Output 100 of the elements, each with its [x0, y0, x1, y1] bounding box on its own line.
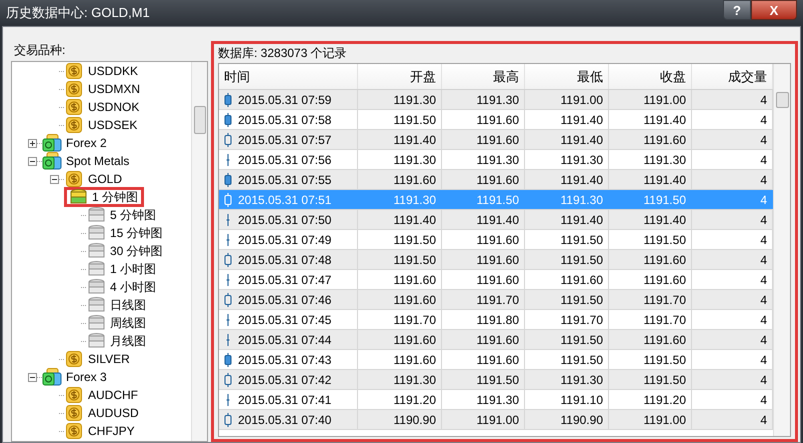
tree-item[interactable]: SILVER [87, 350, 131, 368]
tree-item[interactable]: USDSEK [87, 116, 138, 134]
table-cell-text: 2015.05.31 07:57 [238, 132, 332, 148]
dollar-coin-icon [66, 171, 82, 187]
table-cell: 1191.20 [358, 390, 442, 409]
table-row[interactable]: 2015.05.31 07:55 1191.60 1191.60 1191.40 1191.40 4 [219, 170, 773, 190]
table-row[interactable]: 2015.05.31 07:48 1191.50 1191.60 1191.50 1191.60 4 [219, 250, 773, 270]
tree-item[interactable]: GOLD [87, 170, 124, 188]
table-cell: 1191.40 [525, 210, 609, 229]
close-button[interactable]: X [751, 0, 797, 20]
tree-item[interactable]: USDDKK [87, 62, 140, 80]
filled-candle-icon [224, 112, 232, 126]
filled-candle-icon [224, 352, 232, 366]
tree-item[interactable]: 4 小时图 [109, 278, 158, 296]
table-cell: 1191.30 [442, 90, 525, 109]
table-row[interactable]: 2015.05.31 07:50 1191.40 1191.40 1191.40 1191.40 4 [219, 210, 773, 230]
table-row[interactable]: 2015.05.31 07:49 1191.50 1191.60 1191.50 1191.50 4 [219, 230, 773, 250]
column-header[interactable]: 开盘 [358, 64, 442, 89]
tree-item[interactable]: Forex 2 [65, 134, 108, 152]
table-row[interactable]: 2015.05.31 07:58 1191.50 1191.60 1191.40 1191.40 4 [219, 110, 773, 130]
table-row[interactable]: 2015.05.31 07:47 1191.60 1191.60 1191.60 1191.60 4 [219, 270, 773, 290]
window-title: 历史数据中心: GOLD,M1 [6, 4, 150, 22]
help-button[interactable]: ? [723, 0, 751, 20]
table-cell-text: 2015.05.31 07:51 [238, 192, 332, 208]
table-cell: 1191.60 [609, 130, 692, 149]
table-cell: 1191.70 [609, 290, 692, 309]
collapse-toggle[interactable] [28, 372, 37, 382]
table-row[interactable]: 2015.05.31 07:40 1190.90 1191.00 1190.90 1191.00 4 [219, 410, 773, 430]
dollar-coin-icon [66, 405, 82, 421]
tree-item[interactable]: AUDCHF [87, 386, 139, 404]
table-cell-text: 2015.05.31 07:59 [238, 92, 332, 108]
tree-item[interactable]: 5 分钟图 [109, 206, 158, 224]
table-cell: 1191.60 [358, 270, 442, 289]
scrollbar[interactable] [773, 64, 790, 436]
tree-item[interactable]: USDMXN [87, 80, 142, 98]
tree-item[interactable]: 1 分钟图 [91, 188, 140, 206]
cross-candle-icon [226, 233, 230, 246]
database-icon [88, 261, 104, 277]
table-cell: 1191.60 [442, 350, 525, 369]
table-cell: 1191.30 [358, 150, 442, 169]
table-cell: 1191.70 [442, 290, 525, 309]
tree-item[interactable]: 1 小时图 [109, 260, 158, 278]
tree-item[interactable]: Spot Metals [65, 152, 130, 170]
table-cell: 1191.30 [442, 390, 525, 409]
tree-label: 交易品种: [13, 42, 66, 59]
table-row[interactable]: 2015.05.31 07:45 1191.70 1191.80 1191.70 1191.70 4 [219, 310, 773, 330]
column-header[interactable]: 最低 [525, 64, 609, 89]
dollar-coin-icon [66, 117, 82, 133]
table-cell: 1191.30 [525, 370, 609, 389]
table-cell: 1191.70 [358, 310, 442, 329]
table-cell: 1191.60 [442, 130, 525, 149]
cross-candle-icon [226, 153, 230, 166]
table-cell: 1191.60 [358, 290, 442, 309]
table-cell: 1191.50 [525, 290, 609, 309]
table-cell: 1191.50 [525, 330, 609, 349]
tree-item[interactable]: CHFJPY [87, 422, 136, 440]
scrollbar[interactable] [191, 62, 207, 441]
column-header[interactable]: 时间 [219, 64, 358, 89]
table-cell-text: 2015.05.31 07:56 [238, 152, 332, 168]
table-cell: 1191.40 [358, 210, 442, 229]
table-cell: 1191.50 [525, 230, 609, 249]
table-row[interactable]: 2015.05.31 07:46 1191.60 1191.70 1191.50 1191.70 4 [219, 290, 773, 310]
minus-icon [52, 178, 57, 180]
tree-item[interactable]: USDNOK [87, 98, 140, 116]
table-row[interactable]: 2015.05.31 07:43 1191.60 1191.60 1191.50 1191.50 4 [219, 350, 773, 370]
column-header[interactable]: 收盘 [609, 64, 692, 89]
table-row[interactable]: 2015.05.31 07:41 1191.20 1191.30 1191.10 1191.20 4 [219, 390, 773, 410]
scroll-thumb[interactable] [194, 106, 206, 134]
table-cell: 1191.30 [358, 90, 442, 109]
table-cell: 1191.30 [525, 190, 609, 209]
tree-item[interactable]: 日线图 [109, 296, 147, 314]
tree-item[interactable]: Forex 3 [65, 368, 108, 386]
column-header[interactable]: 最高 [442, 64, 525, 89]
collapse-toggle[interactable] [28, 156, 37, 166]
table-row[interactable]: 2015.05.31 07:42 1191.30 1191.50 1191.30 1191.50 4 [219, 370, 773, 390]
scroll-thumb[interactable] [776, 92, 788, 108]
collapse-toggle[interactable] [50, 174, 59, 184]
table-cell: 1191.50 [525, 350, 609, 369]
table-cell: 1191.40 [525, 130, 609, 149]
table-cell: 1191.70 [525, 310, 609, 329]
tree-item[interactable]: AUDUSD [87, 404, 140, 422]
table-row[interactable]: 2015.05.31 07:44 1191.60 1191.60 1191.50 1191.60 4 [219, 330, 773, 350]
tree-item[interactable]: 周线图 [109, 314, 147, 332]
table-row[interactable]: 2015.05.31 07:57 1191.40 1191.60 1191.40 1191.60 4 [219, 130, 773, 150]
table-cell: 1191.30 [358, 190, 442, 209]
tree-item[interactable]: 月线图 [109, 332, 147, 350]
table-cell: 1191.40 [609, 210, 692, 229]
table-cell-text: 2015.05.31 07:42 [238, 372, 332, 388]
table-row[interactable]: 2015.05.31 07:59 1191.30 1191.30 1191.00 1191.00 4 [219, 90, 773, 110]
database-icon [88, 279, 104, 295]
table-cell-text: 2015.05.31 07:45 [238, 312, 332, 328]
tree-item[interactable]: 15 分钟图 [109, 224, 164, 242]
expand-toggle[interactable] [28, 138, 37, 148]
hollow-candle-icon [224, 412, 232, 426]
filled-candle-icon [224, 172, 232, 186]
tree-item[interactable]: 30 分钟图 [109, 242, 164, 260]
table-row[interactable]: 2015.05.31 07:56 1191.30 1191.30 1191.30 1191.30 4 [219, 150, 773, 170]
table-cell: 1191.60 [442, 270, 525, 289]
table-cell-text: 2015.05.31 07:46 [238, 292, 332, 308]
hollow-candle-icon [224, 252, 232, 266]
